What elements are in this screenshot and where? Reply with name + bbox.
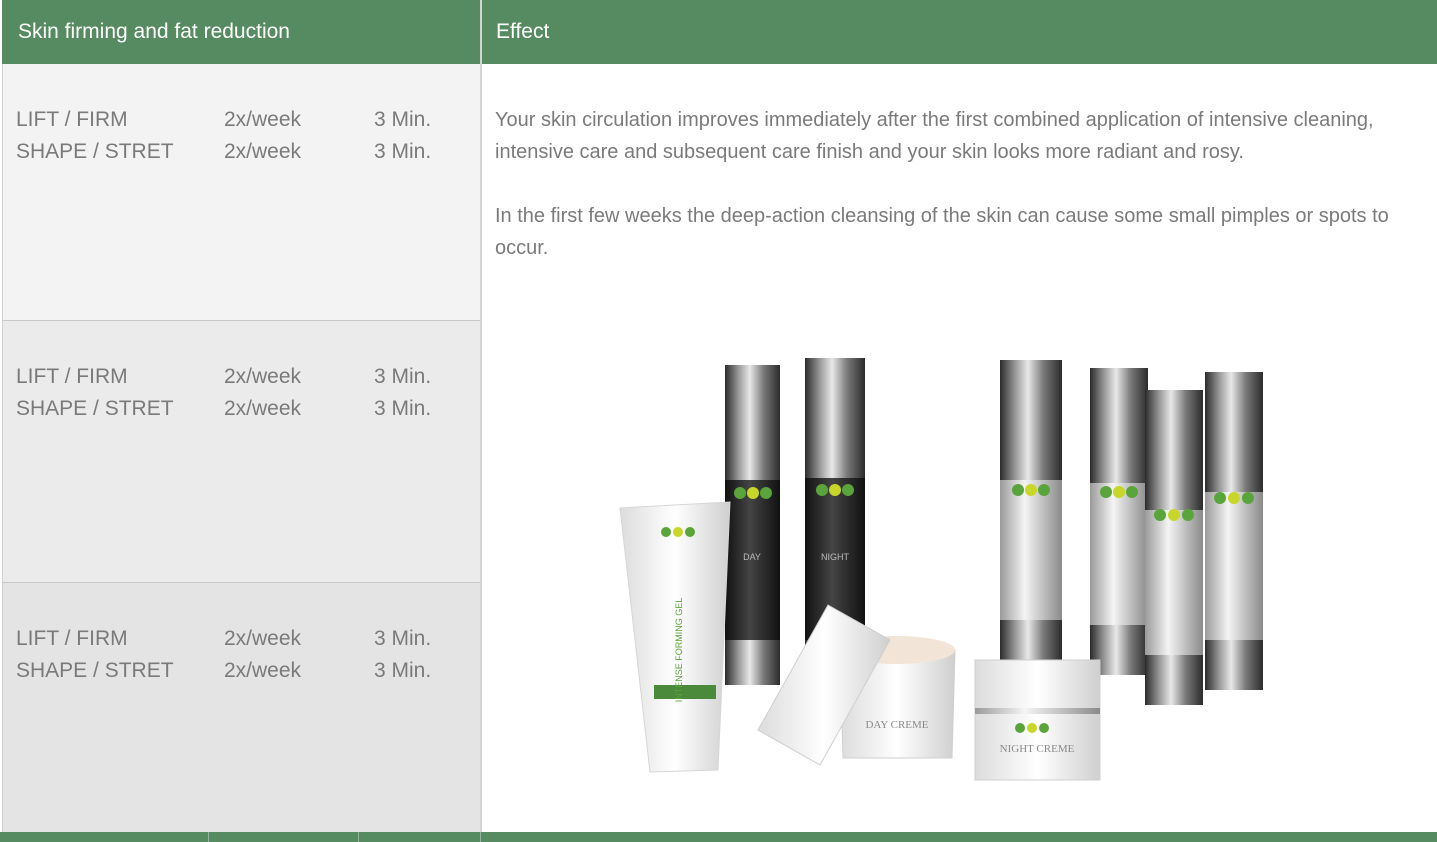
treatment-row: SHAPE / STRET 2x/week 3 Min.: [16, 393, 456, 425]
treatment-name: LIFT / FIRM: [16, 365, 128, 388]
treatment-duration: 3 Min.: [374, 627, 432, 650]
footer-divider: [358, 832, 359, 842]
svg-text:NIGHT CREME: NIGHT CREME: [1000, 743, 1075, 755]
treatment-name: LIFT / FIRM: [16, 108, 128, 131]
treatment-block-1: [2, 64, 480, 320]
effect-paragraph: Your skin circulation improves immediate…: [495, 109, 1374, 163]
day-creme-jar: DAY CREME: [757, 604, 956, 766]
effect-description: Your skin circulation improves immediate…: [495, 104, 1430, 168]
treatment-duration: 3 Min.: [374, 659, 432, 682]
right-column-title: Effect: [496, 20, 550, 43]
treatment-frequency: 2x/week: [224, 659, 302, 682]
treatment-block-2: [2, 320, 480, 582]
treatment-frequency: 2x/week: [224, 397, 302, 420]
treatment-name: LIFT / FIRM: [16, 627, 128, 650]
black-bottle-day: DAY: [725, 365, 780, 685]
left-column-title: Skin firming and fat reduction: [18, 20, 290, 43]
treatment-name: SHAPE / STRET: [16, 659, 174, 682]
column-separator: [480, 0, 482, 842]
treatment-name: SHAPE / STRET: [16, 397, 174, 420]
footer-bar: [0, 832, 1437, 842]
silver-bottle: [1145, 390, 1203, 705]
night-creme-jar: NIGHT CREME: [974, 659, 1101, 781]
block-divider: [2, 582, 480, 583]
svg-text:DAY CREME: DAY CREME: [865, 719, 928, 731]
treatment-name: SHAPE / STRET: [16, 140, 174, 163]
treatment-duration: 3 Min.: [374, 365, 432, 388]
treatment-row: SHAPE / STRET 2x/week 3 Min.: [16, 136, 456, 168]
right-column-header: Effect: [482, 0, 1437, 64]
block-divider: [2, 320, 480, 321]
svg-text:DAY: DAY: [743, 552, 761, 562]
treatment-frequency: 2x/week: [224, 108, 302, 131]
footer-divider: [480, 832, 481, 842]
treatment-row: LIFT / FIRM 2x/week 3 Min.: [16, 104, 456, 136]
svg-text:NIGHT: NIGHT: [821, 552, 850, 562]
product-lineup-image: DAY NIGHT INTENSE FORMING GEL DAY CREME …: [619, 358, 1263, 781]
treatment-row: LIFT / FIRM 2x/week 3 Min.: [16, 623, 456, 655]
effect-paragraph: In the first few weeks the deep-action c…: [495, 205, 1389, 259]
silver-bottle: [1090, 368, 1148, 675]
silver-bottle: [1000, 360, 1062, 675]
footer-divider: [208, 832, 209, 842]
left-column-header: Skin firming and fat reduction: [2, 0, 480, 64]
treatment-frequency: 2x/week: [224, 140, 302, 163]
treatment-duration: 3 Min.: [374, 140, 432, 163]
treatment-row: SHAPE / STRET 2x/week 3 Min.: [16, 655, 456, 687]
treatment-duration: 3 Min.: [374, 108, 432, 131]
treatment-frequency: 2x/week: [224, 365, 302, 388]
treatment-row: LIFT / FIRM 2x/week 3 Min.: [16, 361, 456, 393]
silver-bottle: [1205, 372, 1263, 690]
treatment-frequency: 2x/week: [224, 627, 302, 650]
forming-gel-tube: INTENSE FORMING GEL: [619, 501, 731, 773]
effect-note: In the first few weeks the deep-action c…: [495, 200, 1430, 264]
treatment-block-3: [2, 582, 480, 832]
svg-text:INTENSE FORMING GEL: INTENSE FORMING GEL: [674, 598, 684, 703]
treatment-duration: 3 Min.: [374, 397, 432, 420]
